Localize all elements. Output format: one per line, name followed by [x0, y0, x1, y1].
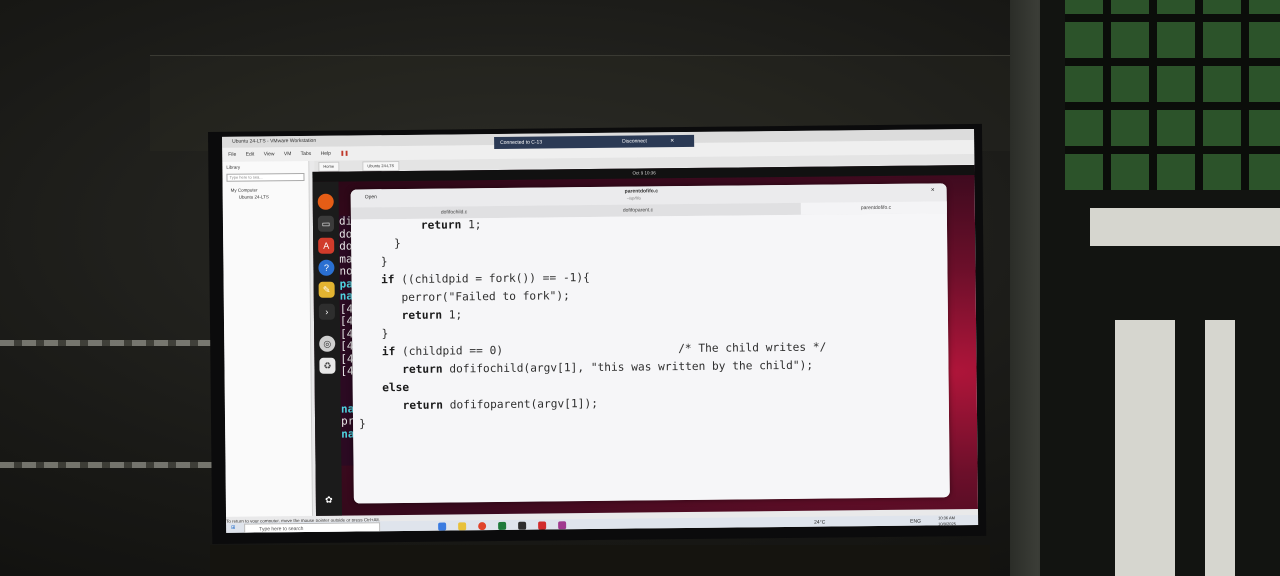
library-search-input[interactable]: Type here to sea...: [226, 172, 305, 182]
code-line: perror("Failed to fork");: [367, 289, 570, 305]
menu-edit[interactable]: Edit: [246, 152, 255, 158]
pdf-icon[interactable]: [538, 521, 547, 530]
tab-home[interactable]: Home: [318, 161, 340, 172]
tab-dofifochild[interactable]: dofifochild.c: [441, 206, 468, 218]
tray-time[interactable]: 10:36 AM: [938, 515, 955, 520]
excel-icon[interactable]: [498, 521, 507, 530]
terminal-icon[interactable]: ›: [318, 303, 335, 320]
edge-icon[interactable]: [438, 522, 447, 531]
code-line: }: [367, 236, 401, 251]
disconnect-button[interactable]: Disconnect: [622, 135, 647, 147]
editor-path: ~/sp/fifo: [626, 195, 641, 201]
menu-vm[interactable]: VM: [284, 151, 292, 157]
code-line: }: [367, 255, 388, 269]
language-label[interactable]: ENG: [910, 519, 921, 525]
app-icon[interactable]: [558, 521, 567, 530]
clock[interactable]: Oct 9 10:36: [632, 168, 655, 178]
pin-icon[interactable]: ✕: [670, 135, 674, 147]
disc-icon[interactable]: ◎: [319, 335, 336, 352]
library-item-my-computer[interactable]: My Computer: [231, 187, 258, 192]
show-apps-icon[interactable]: ✿: [321, 492, 337, 508]
editor-text-area[interactable]: return 1; } } if ((childpid = fork()) ==…: [350, 213, 950, 504]
screen: Ubuntu 24-LTS - VMware Workstation File …: [222, 128, 979, 533]
library-header: Library: [226, 164, 241, 170]
library-item-ubuntu[interactable]: Ubuntu 24-LTS: [239, 194, 269, 199]
white-panel: [1205, 320, 1235, 576]
terminal-app-icon[interactable]: [518, 521, 527, 530]
app-center-icon[interactable]: A: [318, 237, 335, 254]
code-line: if (childpid == 0) /* The child writes *…: [381, 340, 827, 359]
light-stripe: [0, 340, 220, 346]
desk: [210, 545, 990, 576]
weather-label[interactable]: 24°C: [814, 520, 825, 526]
light-stripe: [0, 462, 215, 468]
text-editor-window: Open parentdofifo.c ~/sp/fifo ✕ dofifoch…: [350, 183, 950, 504]
firefox-icon[interactable]: [317, 193, 334, 210]
white-panel: [1090, 208, 1280, 246]
trash-icon[interactable]: ♻: [319, 357, 336, 374]
code-line: return 1;: [401, 308, 463, 322]
ubuntu-desktop: Oct 9 10:36 ▭ A ? ✎ › ◎ ♻ ✿ dif dof dof mak…: [312, 164, 978, 516]
editor-title: parentdofifo.c: [624, 188, 659, 195]
explorer-icon[interactable]: [458, 522, 467, 531]
code-line: return 1;: [420, 218, 482, 232]
menu-file[interactable]: File: [228, 152, 236, 158]
help-icon[interactable]: ?: [318, 259, 335, 276]
text-editor-icon[interactable]: ✎: [318, 281, 335, 298]
files-icon[interactable]: ▭: [317, 215, 335, 232]
close-icon[interactable]: ✕: [931, 187, 935, 193]
menu-view[interactable]: View: [264, 151, 275, 157]
taskbar-search-input[interactable]: Type here to search: [244, 522, 381, 533]
white-panel: [1115, 320, 1175, 576]
code-line: return dofifoparent(argv[1]);: [402, 396, 598, 412]
windows-start-icon[interactable]: ⊞: [231, 525, 235, 531]
code-line: if ((childpid = fork()) == -1){: [380, 271, 590, 287]
chrome-icon[interactable]: [478, 522, 487, 531]
library-panel: Library Type here to sea... My Computer …: [222, 160, 314, 517]
dock: ▭ A ? ✎ › ◎ ♻ ✿: [312, 181, 343, 516]
pause-icon[interactable]: ❚❚: [340, 151, 348, 157]
code-line: else: [382, 380, 410, 395]
code-line: return dofifochild(argv[1], "this was wr…: [402, 358, 814, 376]
vmware-title: Ubuntu 24-LTS - VMware Workstation: [232, 137, 317, 145]
remote-desktop-bar: Connected to C-13 Disconnect ✕: [494, 134, 695, 150]
green-window-grid: [1065, 0, 1280, 190]
menu-tabs[interactable]: Tabs: [301, 151, 312, 157]
tab-dofifoparent[interactable]: dofifoparent.c: [623, 204, 653, 216]
connection-label: Connected to C-13: [500, 139, 543, 146]
open-button[interactable]: Open: [365, 194, 377, 200]
code-line: }: [358, 417, 366, 431]
code-line: }: [368, 327, 389, 341]
monitor: Ubuntu 24-LTS - VMware Workstation File …: [208, 123, 987, 544]
tab-ubuntu[interactable]: Ubuntu 24-LTS: [362, 160, 400, 172]
menu-help[interactable]: Help: [321, 151, 331, 157]
tray-date[interactable]: 10/9/2025: [938, 521, 956, 526]
